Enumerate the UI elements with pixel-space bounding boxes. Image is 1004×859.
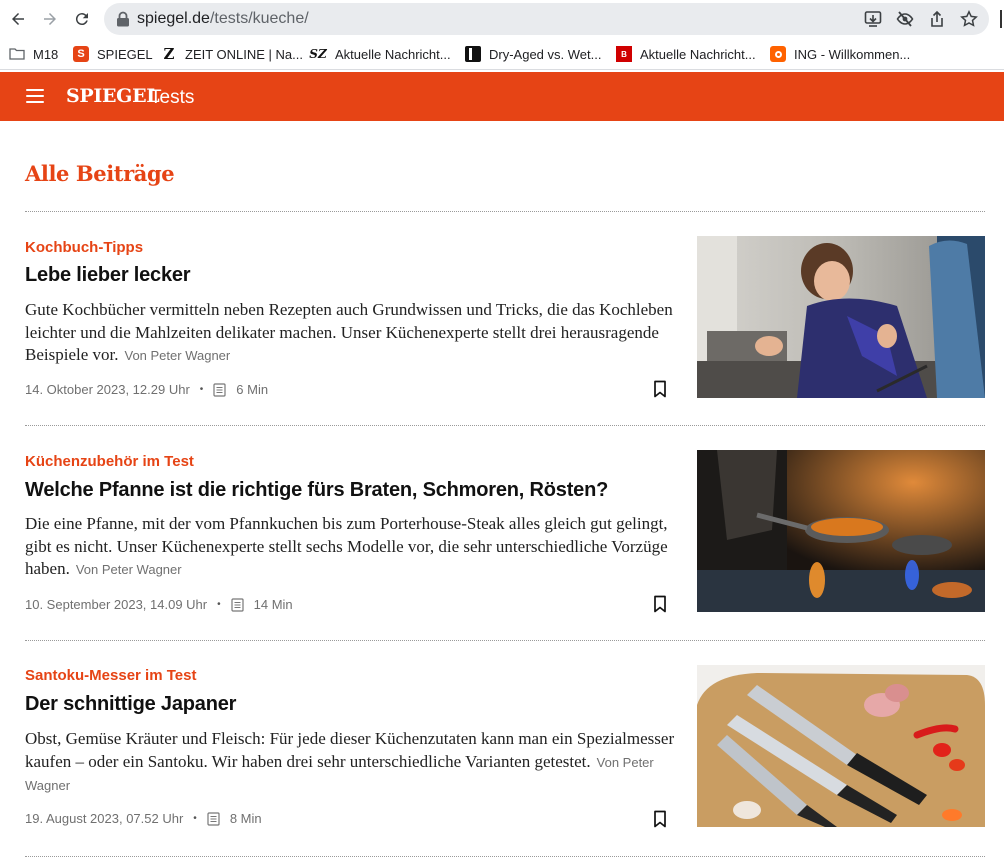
- bookmark-item[interactable]: ING - Willkommen...: [770, 45, 910, 63]
- article-meta: 10. September 2023, 14.09 Uhr • 14 Min: [25, 597, 293, 612]
- eye-off-icon[interactable]: [896, 10, 914, 28]
- sz-favicon: SZ: [309, 47, 327, 61]
- install-app-icon[interactable]: [864, 10, 882, 28]
- article-teaser[interactable]: Obst, Gemüse Kräuter und Fleisch: Für je…: [25, 728, 675, 798]
- article-meta: 14. Oktober 2023, 12.29 Uhr • 6 Min: [25, 382, 268, 397]
- article-headline[interactable]: Lebe lieber lecker: [25, 264, 191, 287]
- divider: [25, 425, 985, 426]
- article-read-time: 8 Min: [229, 811, 262, 826]
- reading-time-icon: [231, 597, 244, 612]
- bookmark-icon[interactable]: [653, 380, 667, 398]
- bookmark-item[interactable]: SZ Aktuelle Nachricht...: [309, 45, 451, 63]
- article-card[interactable]: Kochbuch-Tipps Lebe lieber lecker Gute K…: [25, 236, 985, 406]
- reload-icon: [75, 13, 88, 26]
- bookmark-item[interactable]: Dry-Aged vs. Wet...: [465, 45, 601, 63]
- ing-favicon: [770, 46, 786, 62]
- bookmark-item[interactable]: M18: [9, 45, 58, 63]
- bookmarks-bar: M18 S SPIEGEL Z ZEIT ONLINE | Na... SZ A…: [0, 38, 1004, 70]
- article-card[interactable]: Santoku-Messer im Test Der schnittige Ja…: [25, 665, 985, 836]
- spiegel-favicon: S: [73, 46, 89, 62]
- arrow-left-icon: [12, 13, 24, 25]
- article-read-time: 6 Min: [236, 382, 269, 397]
- address-bar[interactable]: spiegel.de/tests/kueche/: [104, 3, 989, 35]
- bookmark-item[interactable]: S SPIEGEL: [73, 45, 153, 63]
- divider: [25, 640, 985, 641]
- bookmark-item[interactable]: Z ZEIT ONLINE | Na...: [161, 45, 303, 63]
- bookmark-label: M18: [33, 46, 59, 62]
- article-read-time: 14 Min: [253, 597, 293, 612]
- article-teaser[interactable]: Die eine Pfanne, mit der vom Pfannkuchen…: [25, 513, 675, 582]
- bookmark-label: Aktuelle Nachricht...: [335, 46, 451, 62]
- share-icon[interactable]: [928, 10, 946, 28]
- article-meta: 19. August 2023, 07.52 Uhr • 8 Min: [25, 811, 262, 826]
- folder-icon: [9, 48, 25, 60]
- article-date: 10. September 2023, 14.09 Uhr: [25, 597, 208, 612]
- url-path: /tests/kueche/: [209, 10, 309, 27]
- menu-icon[interactable]: [26, 89, 44, 103]
- reload-button[interactable]: [70, 7, 94, 31]
- article-image[interactable]: [697, 450, 985, 612]
- article-kicker[interactable]: Kochbuch-Tipps: [25, 239, 143, 256]
- forward-button[interactable]: [38, 7, 62, 31]
- teaser-text: Gute Kochbücher vermitteln neben Rezepte…: [25, 300, 673, 364]
- site-header: SPIEGEL Tests: [0, 72, 1004, 121]
- divider: [25, 856, 985, 857]
- article-kicker[interactable]: Santoku-Messer im Test: [25, 667, 196, 684]
- bookmark-item[interactable]: B Aktuelle Nachricht...: [616, 45, 756, 63]
- back-button[interactable]: [6, 7, 30, 31]
- article-card[interactable]: Küchenzubehör im Test Welche Pfanne ist …: [25, 450, 985, 621]
- article-headline[interactable]: Der schnittige Japaner: [25, 693, 236, 716]
- divider: [25, 211, 985, 212]
- browser-toolbar: spiegel.de/tests/kueche/: [0, 0, 1004, 38]
- article-headline[interactable]: Welche Pfanne ist die richtige fürs Brat…: [25, 479, 608, 502]
- reading-time-icon: [213, 382, 226, 397]
- bookmark-icon[interactable]: [653, 810, 667, 828]
- section-name[interactable]: Tests: [150, 87, 194, 109]
- bild-favicon: B: [616, 46, 632, 62]
- book-favicon: [465, 46, 481, 62]
- star-icon[interactable]: [960, 10, 978, 28]
- article-author: Von Peter Wagner: [124, 348, 231, 363]
- url-text[interactable]: spiegel.de/tests/kueche/: [137, 10, 309, 28]
- bookmark-label: ING - Willkommen...: [794, 46, 911, 62]
- separator-dot: •: [193, 813, 197, 824]
- woman-cooking-photo: [697, 236, 985, 398]
- article-author: Von Peter Wagner: [75, 562, 182, 577]
- article-kicker[interactable]: Küchenzubehör im Test: [25, 453, 194, 470]
- bookmark-label: Dry-Aged vs. Wet...: [489, 46, 602, 62]
- page-title: Alle Beiträge: [25, 161, 175, 186]
- article-date: 14. Oktober 2023, 12.29 Uhr: [25, 382, 190, 397]
- bookmark-label: Aktuelle Nachricht...: [640, 46, 756, 62]
- separator-dot: •: [199, 384, 204, 395]
- article-image[interactable]: [697, 665, 985, 827]
- zeit-favicon: Z: [163, 45, 175, 63]
- teaser-text: Obst, Gemüse Kräuter und Fleisch: Für je…: [25, 729, 675, 771]
- url-host: spiegel.de: [137, 10, 210, 27]
- arrow-right-icon: [44, 13, 56, 25]
- bookmark-label: SPIEGEL: [97, 46, 153, 62]
- separator-dot: •: [217, 599, 221, 610]
- window-edge: [1000, 10, 1004, 28]
- santoku-knives-photo: [697, 665, 985, 827]
- bookmark-icon[interactable]: [653, 595, 667, 613]
- article-image[interactable]: [697, 236, 985, 398]
- pan-on-flame-photo: [697, 450, 985, 612]
- reading-time-icon: [207, 811, 220, 826]
- lock-icon: [117, 11, 129, 27]
- spiegel-logo[interactable]: SPIEGEL: [66, 85, 160, 107]
- bookmark-label: ZEIT ONLINE | Na...: [185, 46, 303, 62]
- article-date: 19. August 2023, 07.52 Uhr: [25, 811, 184, 826]
- article-teaser[interactable]: Gute Kochbücher vermitteln neben Rezepte…: [25, 299, 675, 368]
